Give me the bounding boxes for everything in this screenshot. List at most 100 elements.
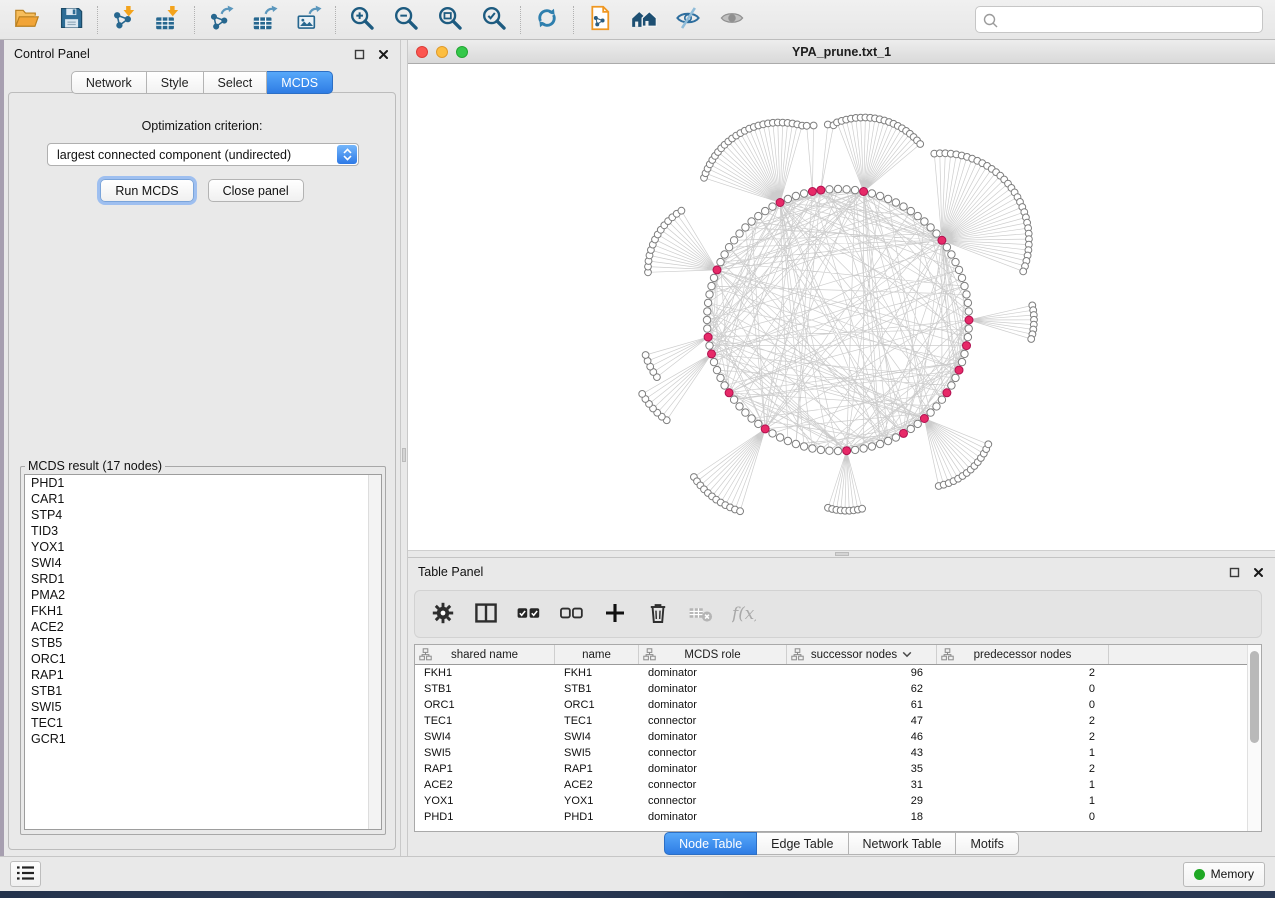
table-cell: 62 [787,681,937,697]
column-header-MCDS-role[interactable]: MCDS role [639,645,787,664]
export-network-button[interactable] [206,5,236,35]
delete-column-button[interactable] [644,599,672,629]
table-panel-close-button[interactable] [1251,565,1265,579]
zoom-selected-button[interactable] [479,5,509,35]
import-table-button[interactable] [153,5,183,35]
table-row[interactable]: PHD1PHD1dominator180 [415,809,1247,825]
network-and-table-column: YPA_prune.txt_1 Table Panel f(x) shared … [408,40,1275,856]
window-minimize-button[interactable] [436,46,448,58]
mcds-result-item[interactable]: YOX1 [25,539,381,555]
zoom-in-button[interactable] [347,5,377,35]
select-all-button[interactable] [515,599,543,629]
mcds-result-item[interactable]: ORC1 [25,651,381,667]
toolbar-group [206,5,324,35]
zoom-out-button[interactable] [391,5,421,35]
table-row[interactable]: STB1STB1dominator620 [415,681,1247,697]
table-cell: SWI4 [415,729,555,745]
mcds-result-item[interactable]: TEC1 [25,715,381,731]
mcds-result-list[interactable]: PHD1CAR1STP4TID3YOX1SWI4SRD1PMA2FKH1ACE2… [24,474,382,830]
task-history-button[interactable] [10,861,41,887]
network-canvas[interactable] [408,64,1275,550]
dropdown-arrows-icon [337,145,357,164]
table-row[interactable]: YOX1YOX1connector291 [415,793,1247,809]
tab-motifs[interactable]: Motifs [956,832,1018,855]
window-close-button[interactable] [416,46,428,58]
apply-layout-icon [534,5,560,34]
tab-node-table[interactable]: Node Table [664,832,757,855]
table-body: FKH1FKH1dominator962STB1STB1dominator620… [415,665,1247,831]
scrollbar-thumb[interactable] [1250,651,1259,743]
vertical-splitter[interactable] [400,40,408,856]
column-header-name[interactable]: name [555,645,639,664]
table-row[interactable]: ORC1ORC1dominator610 [415,697,1247,713]
run-mcds-button[interactable]: Run MCDS [100,179,193,202]
list-icon [14,862,38,887]
unselect-all-button[interactable] [558,599,586,629]
criterion-dropdown-value: largest connected component (undirected) [48,148,291,162]
column-header-successor-nodes[interactable]: successor nodes [787,645,937,664]
function-builder-icon: f(x) [732,601,756,628]
close-panel-button[interactable]: Close panel [208,179,304,202]
tab-mcds[interactable]: MCDS [267,71,333,94]
column-header-shared-name[interactable]: shared name [415,645,555,664]
column-header-predecessor-nodes[interactable]: predecessor nodes [937,645,1109,664]
mcds-result-item[interactable]: PMA2 [25,587,381,603]
network-document-button[interactable] [585,5,615,35]
apply-layout-button[interactable] [532,5,562,35]
split-columns-button[interactable] [472,599,500,629]
mcds-result-item[interactable]: STB1 [25,683,381,699]
open-session-button[interactable] [12,5,42,35]
table-cell: FKH1 [415,665,555,681]
mcds-result-item[interactable]: ACE2 [25,619,381,635]
mcds-result-item[interactable]: SWI4 [25,555,381,571]
tab-network[interactable]: Network [71,71,147,94]
export-image-button[interactable] [294,5,324,35]
mcds-result-item[interactable]: SWI5 [25,699,381,715]
table-row[interactable]: SWI4SWI4dominator462 [415,729,1247,745]
table-row[interactable]: SWI5SWI5connector431 [415,745,1247,761]
table-row[interactable]: ACE2ACE2connector311 [415,777,1247,793]
search-input[interactable] [975,6,1263,33]
tab-select[interactable]: Select [204,71,268,94]
tab-style[interactable]: Style [147,71,204,94]
mcds-result-item[interactable]: TID3 [25,523,381,539]
mcds-result-item[interactable]: GCR1 [25,731,381,747]
tab-edge-table[interactable]: Edge Table [757,832,848,855]
mcds-result-item[interactable]: RAP1 [25,667,381,683]
mcds-result-item[interactable]: FKH1 [25,603,381,619]
table-panel-float-button[interactable] [1227,565,1241,579]
table-row[interactable]: TEC1TEC1connector472 [415,713,1247,729]
import-network-button[interactable] [109,5,139,35]
mcds-result-item[interactable]: PHD1 [25,475,381,491]
memory-button[interactable]: Memory [1183,862,1265,887]
criterion-dropdown[interactable]: largest connected component (undirected) [47,143,359,166]
mcds-result-item[interactable]: CAR1 [25,491,381,507]
export-table-button[interactable] [250,5,280,35]
search-box [975,6,1263,33]
show-hidden-button[interactable] [717,5,747,35]
save-session-button[interactable] [56,5,86,35]
table-scrollbar[interactable] [1247,645,1261,831]
control-panel-close-button[interactable] [376,47,390,61]
splitter-grip-icon [402,448,406,462]
window-zoom-button[interactable] [456,46,468,58]
mcds-list-scrollbar[interactable] [368,475,381,829]
mcds-result-item[interactable]: STP4 [25,507,381,523]
table-row[interactable]: RAP1RAP1dominator352 [415,761,1247,777]
column-label: shared name [451,649,518,661]
network-window-titlebar[interactable]: YPA_prune.txt_1 [408,40,1275,64]
mcds-result-item[interactable]: STB5 [25,635,381,651]
settings-button[interactable] [429,599,457,629]
houses-button[interactable] [629,5,659,35]
zoom-fit-button[interactable] [435,5,465,35]
horizontal-splitter[interactable] [408,550,1275,558]
hide-selected-button[interactable] [673,5,703,35]
table-row[interactable]: FKH1FKH1dominator962 [415,665,1247,681]
network-graph[interactable] [408,64,1275,550]
tab-network-table[interactable]: Network Table [849,832,957,855]
table-cell: 2 [937,713,1109,729]
column-type-icon [791,648,804,661]
add-column-button[interactable] [601,599,629,629]
control-panel-float-button[interactable] [352,47,366,61]
mcds-result-item[interactable]: SRD1 [25,571,381,587]
